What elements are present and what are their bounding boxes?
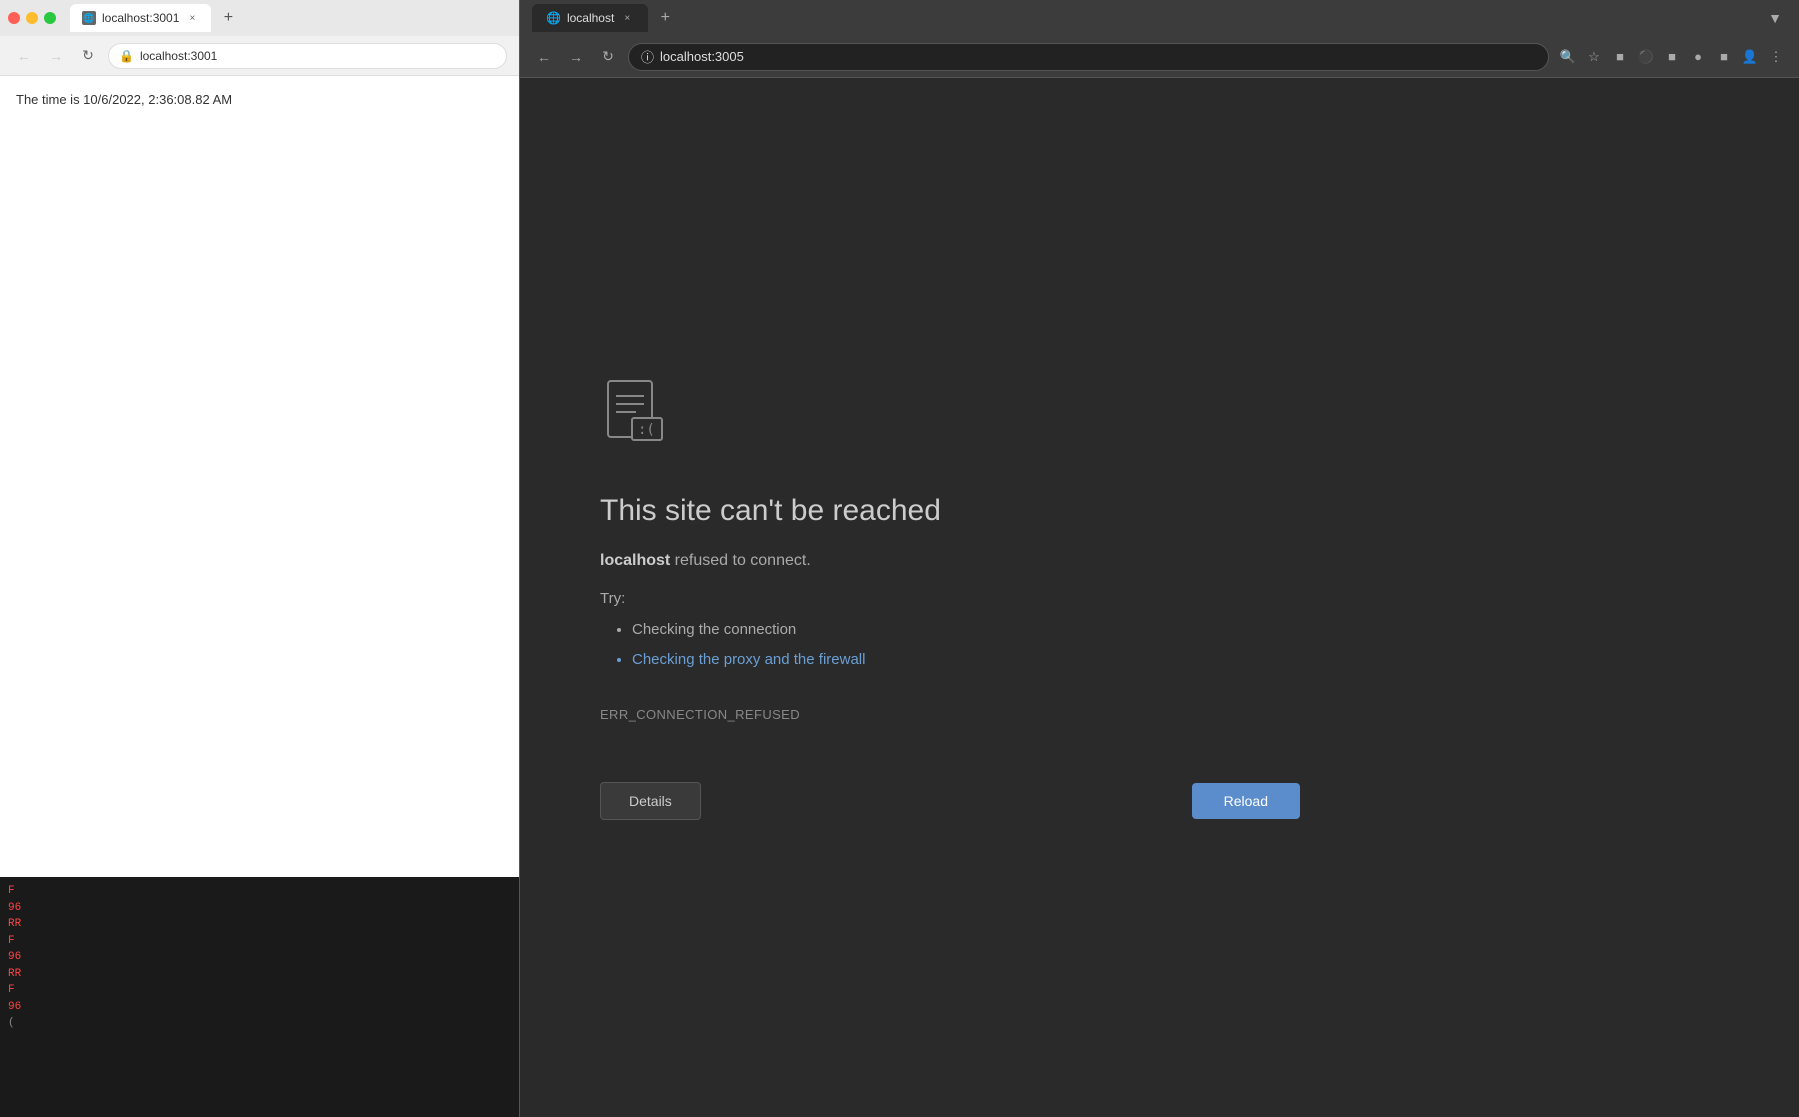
close-button-left[interactable] <box>8 12 20 24</box>
extension-icon-2[interactable]: ■ <box>1661 46 1683 68</box>
menu-icon[interactable]: ⋮ <box>1765 46 1787 68</box>
left-page-content: The time is 10/6/2022, 2:36:08.82 AM <box>0 76 519 877</box>
favicon-left: 🌐 <box>82 11 96 25</box>
code-line-6: RR <box>8 966 511 983</box>
error-hostname: localhost <box>600 552 670 569</box>
error-code: ERR_CONNECTION_REFUSED <box>600 707 800 722</box>
svg-text::(: :( <box>638 422 655 438</box>
page-timestamp: The time is 10/6/2022, 2:36:08.82 AM <box>16 92 503 107</box>
error-subtitle-rest: refused to connect. <box>670 552 811 569</box>
new-tab-button-right[interactable]: + <box>654 7 676 29</box>
left-tab-close[interactable]: × <box>185 11 199 25</box>
reload-button-right[interactable]: ↻ <box>596 45 620 69</box>
left-tab[interactable]: 🌐 localhost:3001 × <box>70 4 211 32</box>
back-button-right[interactable]: ← <box>532 45 556 69</box>
favicon-right: 🌐 <box>546 11 561 25</box>
left-browser-window: 🌐 localhost:3001 × + ← → ↻ 🔒 localhost:3… <box>0 0 520 1117</box>
code-line-5: 96 <box>8 949 511 966</box>
code-line-7: F <box>8 982 511 999</box>
titlebar-chevron[interactable]: ▼ <box>1763 6 1787 30</box>
maximize-button-left[interactable] <box>44 12 56 24</box>
code-line-9: ( <box>8 1015 511 1032</box>
forward-button-left[interactable]: → <box>44 44 68 68</box>
address-box-left[interactable]: 🔒 localhost:3001 <box>108 43 507 69</box>
extension-icon-1[interactable]: ⚫ <box>1635 46 1657 68</box>
error-title: This site can't be reached <box>600 494 941 528</box>
suggestion-text-1: Checking the connection <box>632 621 796 638</box>
left-tab-label: localhost:3001 <box>102 11 179 25</box>
minimize-button-left[interactable] <box>26 12 38 24</box>
url-text-left: localhost:3001 <box>140 49 217 63</box>
suggestion-item-2[interactable]: Checking the proxy and the firewall <box>632 645 865 675</box>
code-line-4: F <box>8 933 511 950</box>
star-icon[interactable]: ■ <box>1609 46 1631 68</box>
search-icon[interactable]: 🔍 <box>1557 46 1579 68</box>
back-button-left[interactable]: ← <box>12 44 36 68</box>
toolbar-icons: 🔍 ☆ ■ ⚫ ■ ● ■ 👤 ⋮ <box>1557 46 1787 68</box>
lock-icon-left: 🔒 <box>119 49 134 63</box>
info-icon-right: ⓘ <box>641 47 654 66</box>
suggestion-item-1: Checking the connection <box>632 615 865 645</box>
bookmark-icon[interactable]: ☆ <box>1583 46 1605 68</box>
code-line-8: 96 <box>8 999 511 1016</box>
right-browser-window: 🌐 localhost × + ▼ ← → ↻ ⓘ localhost:3005… <box>520 0 1799 1117</box>
right-tab-close[interactable]: × <box>620 11 634 25</box>
reload-button-left[interactable]: ↻ <box>76 44 100 68</box>
extension-icon-3[interactable]: ● <box>1687 46 1709 68</box>
address-box-right[interactable]: ⓘ localhost:3005 <box>628 43 1549 71</box>
details-button[interactable]: Details <box>600 782 701 820</box>
code-line-2: 96 <box>8 900 511 917</box>
extension-icon-4[interactable]: ■ <box>1713 46 1735 68</box>
left-addressbar: ← → ↻ 🔒 localhost:3001 <box>0 36 519 76</box>
try-label: Try: <box>600 590 625 607</box>
left-code-area: F 96 RR F 96 RR F 96 ( <box>0 877 519 1117</box>
reload-button-error[interactable]: Reload <box>1192 783 1300 819</box>
code-line-3: RR <box>8 916 511 933</box>
new-tab-button-left[interactable]: + <box>217 7 239 29</box>
error-page: :( This site can't be reached localhost … <box>520 78 1799 1117</box>
right-addressbar: ← → ↻ ⓘ localhost:3005 🔍 ☆ ■ ⚫ ■ ● ■ 👤 ⋮ <box>520 36 1799 78</box>
error-suggestions-list: Checking the connection Checking the pro… <box>600 615 865 675</box>
url-text-right: localhost:3005 <box>660 49 744 64</box>
right-titlebar: 🌐 localhost × + ▼ <box>520 0 1799 36</box>
left-titlebar: 🌐 localhost:3001 × + <box>0 0 519 36</box>
forward-button-right[interactable]: → <box>564 45 588 69</box>
traffic-lights <box>8 12 56 24</box>
profile-icon[interactable]: 👤 <box>1739 46 1761 68</box>
error-icon: :( <box>600 376 670 446</box>
right-tab[interactable]: 🌐 localhost × <box>532 4 648 32</box>
error-buttons-row: Details Reload <box>600 782 1300 820</box>
error-subtitle: localhost refused to connect. <box>600 552 811 570</box>
code-line-1: F <box>8 883 511 900</box>
suggestion-link-2[interactable]: Checking the proxy and the firewall <box>632 651 865 668</box>
right-tab-label: localhost <box>567 11 614 25</box>
